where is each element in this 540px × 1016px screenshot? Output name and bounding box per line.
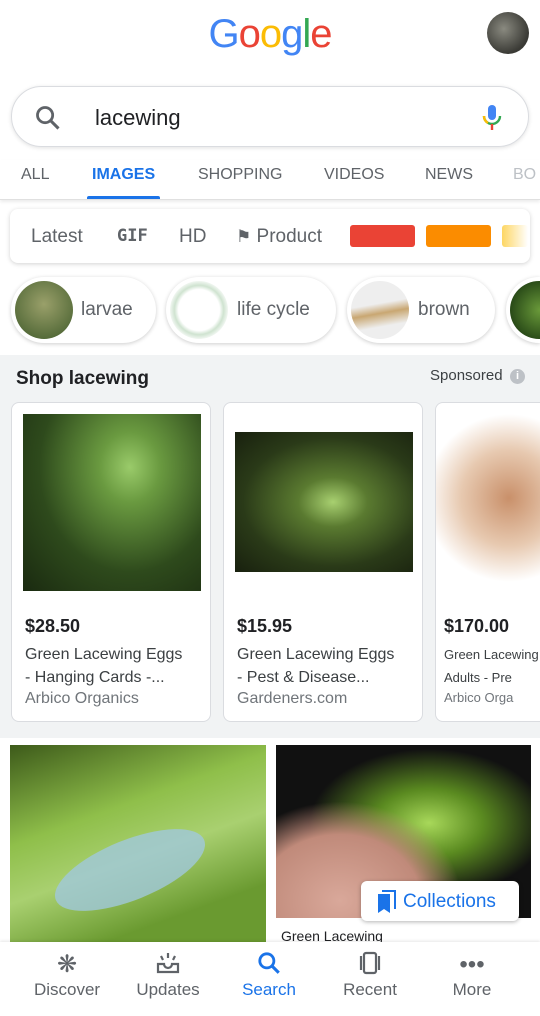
search-input[interactable]: lacewing [95, 105, 181, 131]
nav-recent[interactable]: Recent [320, 950, 420, 1000]
nav-search[interactable]: Search [219, 950, 319, 1000]
product-title: Green Lacewing Adults - Pre [444, 647, 539, 685]
product-card[interactable]: $15.95 Green Lacewing Eggs - Pest & Dise… [223, 402, 423, 722]
nav-updates[interactable]: Updates [118, 950, 218, 1000]
asterisk-icon: ❋ [56, 951, 78, 978]
product-image [436, 403, 540, 593]
bottom-nav: ❋ Discover Updates Search Recent ••• More [0, 942, 540, 1016]
chip-life-cycle[interactable]: life cycle [166, 277, 336, 343]
chip-brown[interactable]: brown [347, 277, 495, 343]
tab-images[interactable]: IMAGES [92, 166, 155, 184]
product-seller: Arbico Orga [444, 690, 514, 705]
filter-latest[interactable]: Latest [31, 226, 83, 248]
product-card[interactable]: $170.00 Green Lacewing Adults - Pre Arbi… [435, 402, 540, 722]
filter-hd[interactable]: HD [179, 226, 206, 248]
chip-thumbnail [170, 281, 228, 339]
info-icon[interactable]: i [510, 369, 525, 384]
search-bar[interactable]: lacewing [11, 86, 529, 147]
shop-title: Shop lacewing [16, 368, 150, 389]
product-image [235, 432, 413, 572]
product-card[interactable]: $28.50 Green Lacewing Eggs - Hanging Car… [11, 402, 211, 722]
filter-bar: Latest GIF HD ⚑ Product [10, 209, 530, 263]
tab-books[interactable]: BO [513, 166, 536, 184]
chip-thumbnail [351, 281, 409, 339]
product-seller: Arbico Organics [25, 690, 139, 707]
search-icon [219, 950, 319, 980]
chip-thumbnail [15, 281, 73, 339]
lacewing-wing [44, 812, 216, 928]
updates-icon [118, 950, 218, 980]
tab-shopping[interactable]: SHOPPING [198, 166, 282, 184]
chip-thumbnail [510, 281, 540, 339]
search-tabs: ALL IMAGES SHOPPING VIDEOS NEWS BO [0, 160, 540, 200]
product-price: $170.00 [444, 616, 510, 636]
color-filter-orange[interactable] [426, 225, 491, 247]
search-icon [36, 106, 60, 130]
product-image [23, 414, 201, 591]
collections-button[interactable]: Collections [361, 881, 519, 921]
filter-gif[interactable]: GIF [117, 226, 148, 246]
avatar[interactable] [487, 12, 529, 54]
product-seller: Gardeners.com [237, 690, 348, 707]
google-logo: Google [208, 12, 332, 56]
nav-discover[interactable]: ❋ Discover [17, 950, 117, 1000]
more-icon: ••• [459, 951, 485, 978]
sponsored-label: Sponsored [430, 367, 503, 384]
tag-icon: ⚑ [236, 227, 252, 246]
microphone-icon[interactable] [481, 103, 503, 133]
tab-news[interactable]: NEWS [425, 166, 473, 184]
filter-product[interactable]: ⚑ Product [236, 226, 322, 248]
color-filter-red[interactable] [350, 225, 415, 247]
nav-more[interactable]: ••• More [422, 950, 522, 1000]
tab-all[interactable]: ALL [21, 166, 49, 184]
chip-more[interactable] [506, 277, 540, 343]
color-filter-yellow[interactable] [502, 225, 528, 247]
tab-videos[interactable]: VIDEOS [324, 166, 384, 184]
active-tab-indicator [87, 196, 160, 199]
image-result[interactable] [10, 745, 266, 942]
product-price: $28.50 [25, 616, 81, 636]
chip-larvae[interactable]: larvae [11, 277, 156, 343]
product-price: $15.95 [237, 616, 293, 636]
recent-icon [320, 950, 420, 980]
product-title: Green Lacewing Eggs - Pest & Disease... [237, 646, 395, 686]
bookmark-icon [378, 890, 396, 913]
product-title: Green Lacewing Eggs - Hanging Cards -... [25, 646, 183, 686]
